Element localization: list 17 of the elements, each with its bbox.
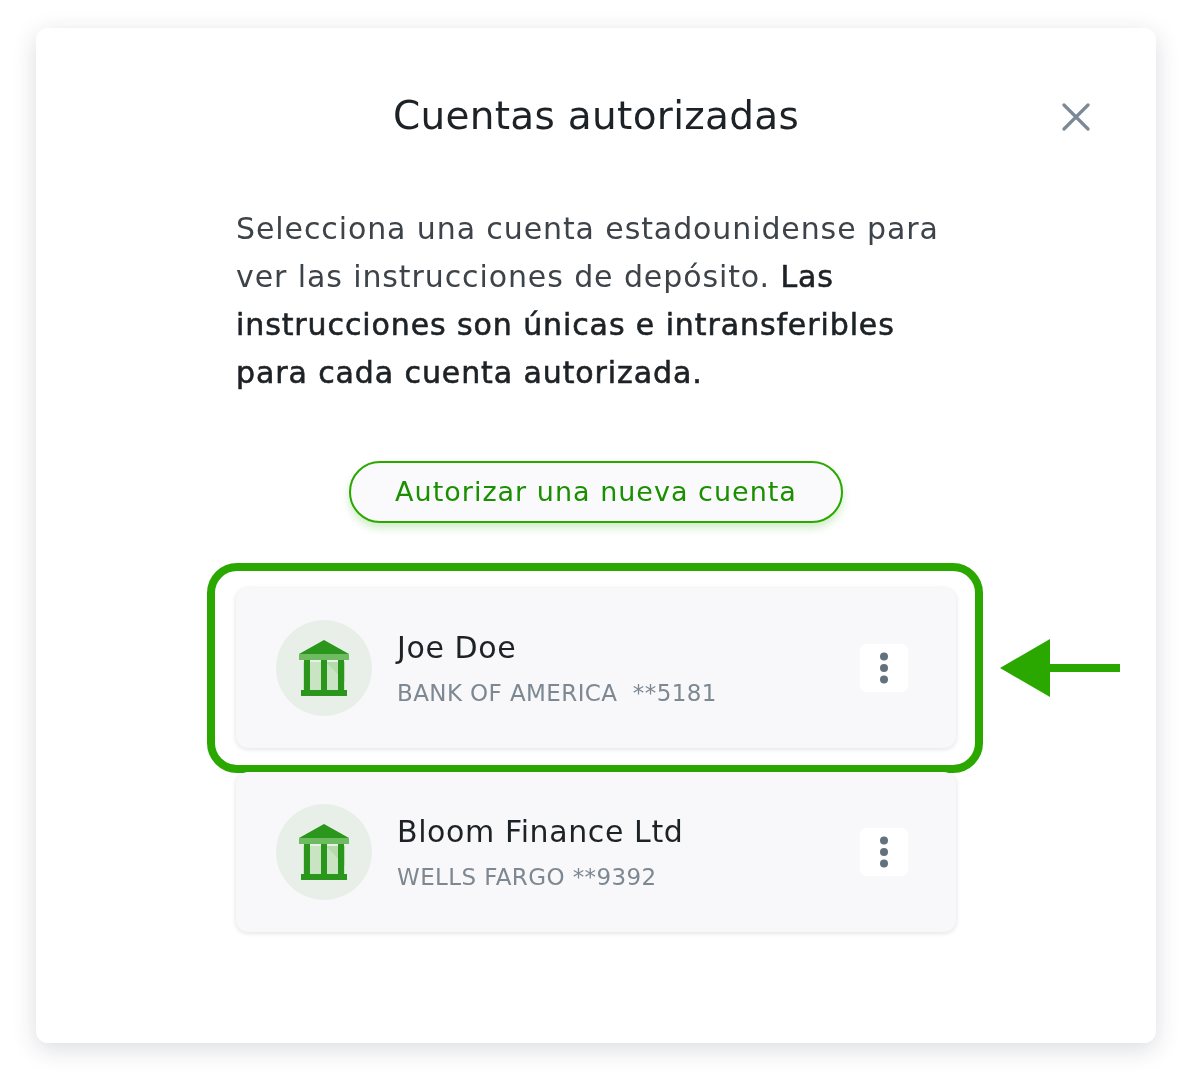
- close-button[interactable]: [1062, 103, 1090, 131]
- description-text: Selecciona una cuenta estadounidense para ver las instrucciones de depósito. Las instrucciones son únicas e intransferibles para cada cuenta autorizada.: [236, 210, 940, 392]
- account-card[interactable]: Bloom Finance Ltd WELLS FARGO **9392: [236, 772, 956, 932]
- kebab-icon: [879, 836, 889, 868]
- close-icon: [1062, 103, 1090, 131]
- more-options-button[interactable]: [860, 644, 908, 692]
- kebab-icon: [879, 652, 889, 684]
- account-card[interactable]: Joe Doe BANK OF AMERICA **5181: [236, 588, 956, 748]
- account-name: Bloom Finance Ltd: [397, 813, 685, 851]
- bank-icon: [276, 804, 372, 900]
- authorize-account-button[interactable]: Autorizar una nueva cuenta: [349, 461, 843, 523]
- more-options-button[interactable]: [860, 828, 908, 876]
- account-name: Joe Doe: [397, 629, 518, 667]
- bank-account-number: BANK OF AMERICA **5181: [397, 679, 718, 707]
- dialog-title: Cuentas autorizadas: [392, 94, 800, 138]
- bank-account-number: WELLS FARGO **9392: [397, 863, 658, 891]
- bank-icon: [276, 620, 372, 716]
